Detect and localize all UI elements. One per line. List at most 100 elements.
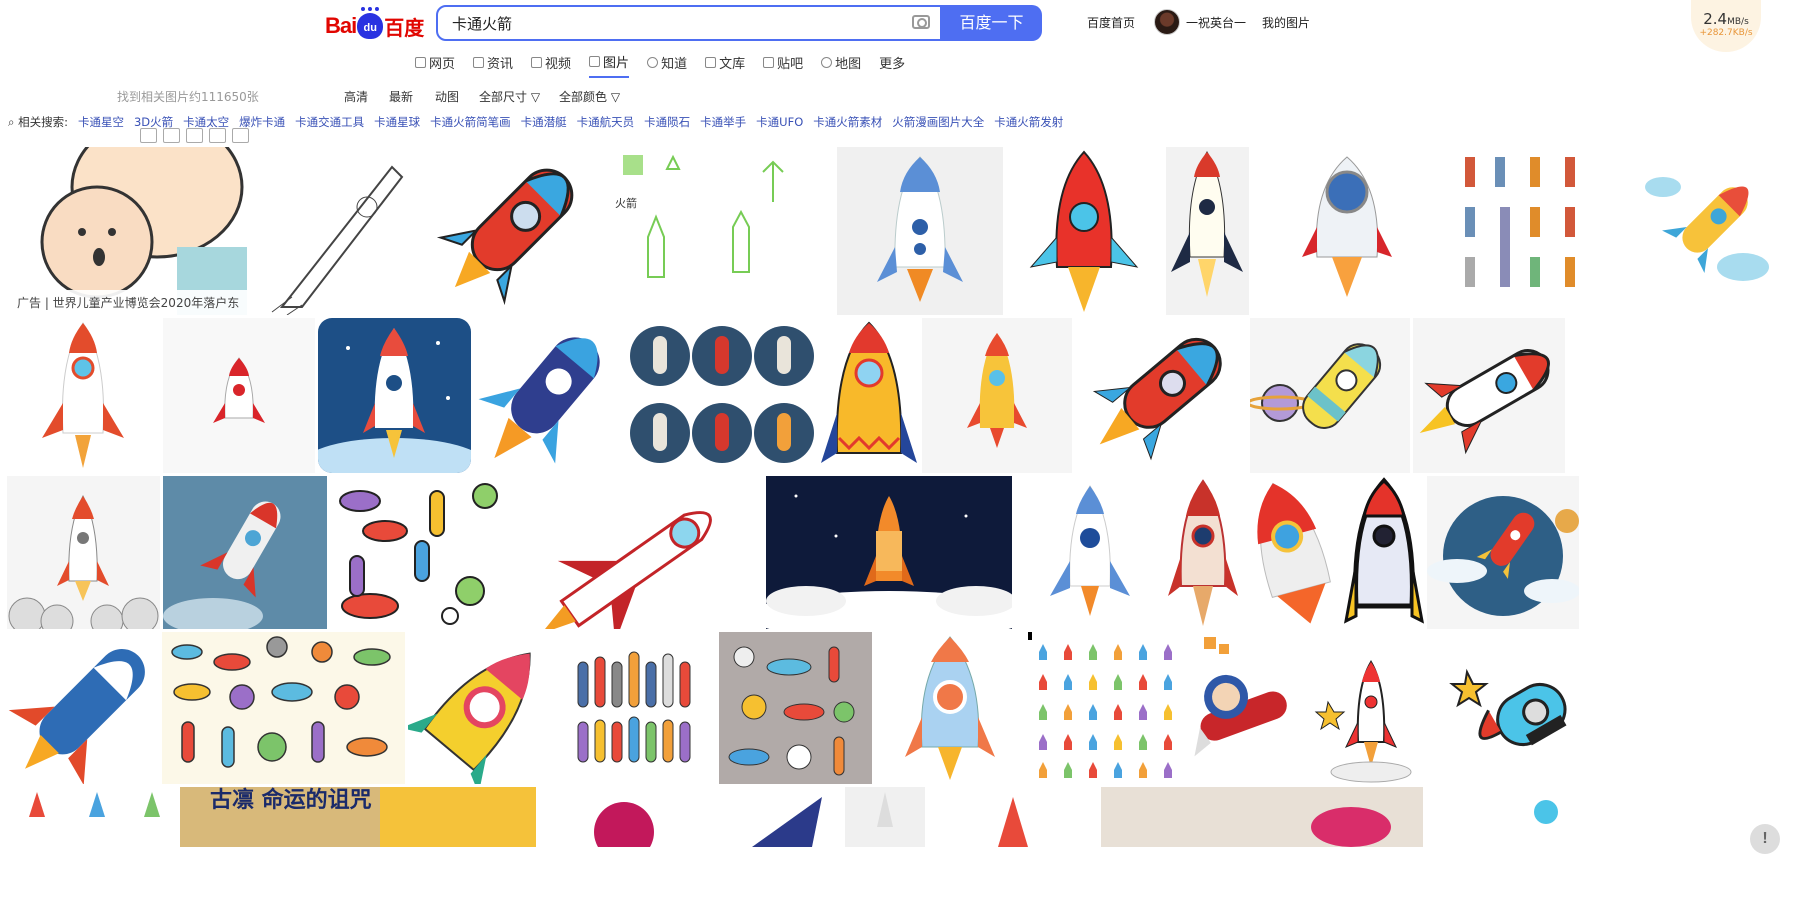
filter-latest[interactable]: 最新 xyxy=(389,88,413,105)
result-image[interactable] xyxy=(1075,318,1247,473)
settings-icon[interactable] xyxy=(232,128,249,143)
result-image[interactable] xyxy=(162,632,405,784)
link-baidu-home[interactable]: 百度首页 xyxy=(1087,14,1135,31)
result-image[interactable] xyxy=(563,632,716,784)
result-image[interactable] xyxy=(1184,632,1305,784)
related-link[interactable]: 卡通UFO xyxy=(756,114,803,130)
tab-more[interactable]: 更多 xyxy=(879,52,905,78)
result-image[interactable] xyxy=(7,318,160,473)
related-link[interactable]: 卡通潜艇 xyxy=(521,114,567,130)
result-image[interactable] xyxy=(1437,632,1589,784)
result-image[interactable] xyxy=(1166,147,1249,315)
result-image[interactable] xyxy=(1241,476,1341,629)
result-image[interactable] xyxy=(628,318,816,473)
result-image[interactable] xyxy=(875,632,1025,784)
result-image[interactable] xyxy=(819,318,919,473)
result-image[interactable] xyxy=(1308,632,1434,784)
related-link[interactable]: 卡通陨石 xyxy=(644,114,690,130)
result-image[interactable] xyxy=(163,476,327,629)
result-image[interactable] xyxy=(837,147,1003,315)
result-image[interactable] xyxy=(928,787,1098,847)
result-image[interactable] xyxy=(408,632,560,784)
result-image[interactable]: 古凛 命运的诅咒 xyxy=(180,787,536,847)
result-image[interactable] xyxy=(1015,476,1165,629)
filter-size-dropdown[interactable]: 全部尺寸 ▽ xyxy=(479,88,540,105)
expand-icon[interactable] xyxy=(163,128,180,143)
map-icon xyxy=(821,57,833,68)
save-icon[interactable] xyxy=(186,128,203,143)
username-link[interactable]: 一祝英台一 xyxy=(1186,14,1246,31)
result-image[interactable] xyxy=(318,318,471,473)
related-link[interactable]: 卡通星空 xyxy=(78,114,124,130)
result-image[interactable] xyxy=(539,787,709,847)
result-image[interactable] xyxy=(1028,632,1181,784)
related-link[interactable]: 火箭漫画图片大全 xyxy=(892,114,984,130)
search-box xyxy=(436,5,942,41)
logo-text-bai: Bai xyxy=(325,13,357,38)
tab-news[interactable]: 资讯 xyxy=(473,52,513,78)
result-image[interactable] xyxy=(420,147,600,315)
result-image[interactable] xyxy=(262,147,417,315)
news-icon xyxy=(473,57,485,68)
result-image[interactable] xyxy=(845,787,925,847)
result-image[interactable] xyxy=(1252,147,1442,315)
camera-icon[interactable] xyxy=(912,15,930,29)
feedback-button[interactable]: ! xyxy=(1750,824,1780,854)
result-image[interactable] xyxy=(719,632,872,784)
ad-image[interactable]: 广告 | 世界儿童产业博览会2020年落户东 xyxy=(7,147,259,315)
tab-video[interactable]: 视频 xyxy=(531,52,571,78)
share-icon[interactable] xyxy=(209,128,226,143)
doc-icon xyxy=(705,57,717,68)
result-image[interactable] xyxy=(512,476,763,629)
result-image[interactable] xyxy=(7,632,159,784)
tab-images[interactable]: 图片 xyxy=(589,52,630,78)
filter-animated[interactable]: 动图 xyxy=(435,88,459,105)
related-link[interactable]: 卡通星球 xyxy=(374,114,420,130)
result-image[interactable] xyxy=(1445,147,1630,315)
tab-web[interactable]: 网页 xyxy=(415,52,455,78)
tab-tieba[interactable]: 贴吧 xyxy=(763,52,803,78)
search-button[interactable]: 百度一下 xyxy=(941,5,1042,41)
tab-map[interactable]: 地图 xyxy=(821,52,861,78)
result-image[interactable] xyxy=(766,476,1012,629)
result-image[interactable] xyxy=(1426,787,1576,847)
web-icon xyxy=(415,57,426,68)
result-image[interactable] xyxy=(1168,476,1238,629)
filter-color-dropdown[interactable]: 全部颜色 ▽ xyxy=(559,88,620,105)
link-my-images[interactable]: 我的图片 xyxy=(1262,14,1310,31)
tab-wenku[interactable]: 文库 xyxy=(705,52,745,78)
result-image[interactable] xyxy=(1413,318,1565,473)
avatar[interactable] xyxy=(1154,9,1180,35)
result-image[interactable] xyxy=(474,318,625,473)
result-image[interactable] xyxy=(330,476,509,629)
result-image[interactable]: 火箭 xyxy=(603,147,834,315)
result-image[interactable] xyxy=(1101,787,1423,847)
search-input[interactable] xyxy=(438,7,868,39)
baidu-logo[interactable]: Bai du 百度 xyxy=(325,7,424,42)
result-image[interactable] xyxy=(712,787,842,847)
nav-tabs: 网页 资讯 视频 图片 知道 文库 贴吧 地图 更多 xyxy=(415,52,923,78)
question-icon xyxy=(647,57,659,68)
result-image[interactable] xyxy=(1250,318,1410,473)
result-image[interactable] xyxy=(1427,476,1579,629)
related-link[interactable]: 卡通航天员 xyxy=(577,114,635,130)
related-link[interactable]: 卡通火箭素材 xyxy=(813,114,882,130)
related-link[interactable]: 卡通交通工具 xyxy=(295,114,364,130)
result-image[interactable] xyxy=(1344,476,1424,629)
result-image[interactable] xyxy=(1006,147,1163,315)
result-image[interactable] xyxy=(7,476,160,629)
related-link[interactable]: 卡通举手 xyxy=(700,114,746,130)
result-image[interactable] xyxy=(163,318,315,473)
result-image[interactable] xyxy=(922,318,1072,473)
video-icon xyxy=(531,57,543,68)
related-link[interactable]: 卡通火箭发射 xyxy=(994,114,1063,130)
result-image[interactable] xyxy=(7,787,177,847)
image-row xyxy=(0,476,1800,629)
result-image[interactable] xyxy=(1633,147,1782,315)
tab-zhidao[interactable]: 知道 xyxy=(647,52,687,78)
thumb-title: 火箭 xyxy=(615,196,637,210)
related-link[interactable]: 卡通火箭简笔画 xyxy=(430,114,511,130)
copy-icon[interactable] xyxy=(140,128,157,143)
speed-widget[interactable]: 2.4MB/s +282.7KB/s xyxy=(1691,0,1761,52)
filter-hd[interactable]: 高清 xyxy=(344,88,368,105)
